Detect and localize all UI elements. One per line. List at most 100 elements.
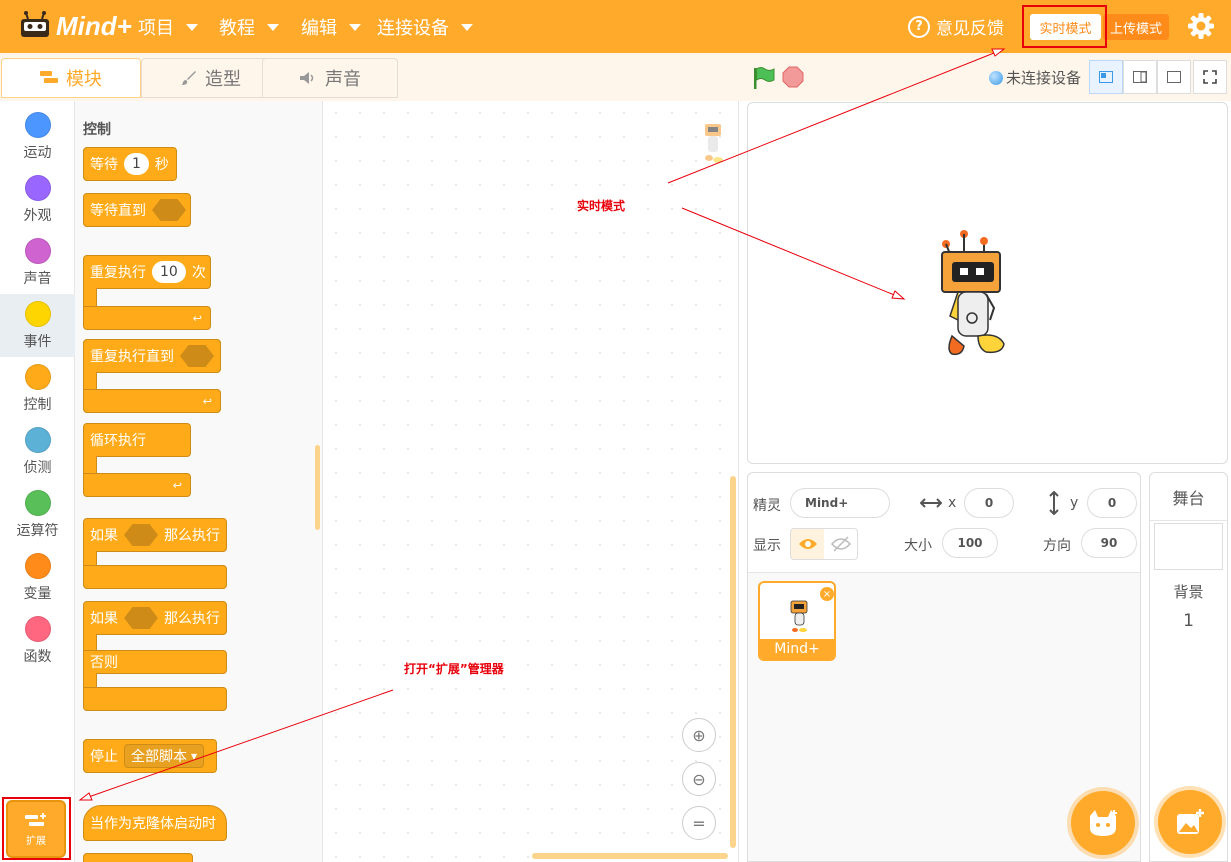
x-input[interactable]: 0 (964, 488, 1014, 518)
chevron-down-icon (349, 23, 361, 31)
menu-project-label: 项目 (138, 18, 174, 39)
cat-add-icon (1090, 810, 1117, 836)
normal-stage-button[interactable] (1123, 60, 1157, 94)
block-if-else[interactable]: 如果 那么执行 (83, 601, 227, 635)
block-wait[interactable]: 等待 1 秒 (83, 147, 177, 181)
c-block-foot: ↩ (83, 306, 211, 330)
stop-option-dropdown[interactable]: 全部脚本 ▼ (124, 744, 205, 768)
category-looks[interactable]: 外观 (0, 168, 75, 231)
eye-slash-icon (830, 536, 851, 552)
delete-sprite-icon[interactable]: × (820, 587, 834, 601)
fullscreen-icon (1203, 70, 1217, 84)
category-functions[interactable]: 函数 (0, 609, 75, 672)
green-flag-icon[interactable] (752, 66, 776, 90)
show-sprite-button[interactable] (791, 529, 824, 559)
block-repeat-until[interactable]: 重复执行直到 (83, 339, 221, 373)
y-label: y (1070, 495, 1079, 511)
category-label: 侦测 (23, 459, 52, 476)
block-text: 循环执行 (90, 433, 146, 449)
condition-slot[interactable] (180, 345, 214, 367)
condition-slot[interactable] (124, 524, 158, 546)
direction-label: 方向 (1043, 538, 1071, 554)
mindplus-logo[interactable]: Mind+ (18, 8, 132, 44)
workspace-horizontal-scrollbar[interactable] (532, 853, 728, 859)
menu-connect-device[interactable]: 连接设备 (377, 14, 473, 40)
block-text: 重复执行直到 (90, 349, 174, 365)
feedback-button[interactable]: ? 意见反馈 (908, 14, 1004, 39)
script-workspace[interactable] (324, 101, 739, 862)
tab-sounds[interactable]: 声音 (262, 58, 398, 98)
tab-sounds-label: 声音 (325, 69, 361, 90)
wait-seconds-input[interactable]: 1 (124, 153, 149, 175)
backdrop-count: 1 (1183, 611, 1194, 631)
category-color-dot (24, 489, 51, 516)
category-operators[interactable]: 运算符 (0, 483, 75, 546)
category-motion[interactable]: 运动 (0, 105, 75, 168)
block-text: 当作为克隆体启动时 (90, 816, 216, 832)
size-input[interactable]: 100 (942, 528, 998, 558)
add-sprite-button[interactable] (1071, 791, 1135, 855)
block-if-then[interactable]: 如果 那么执行 (83, 518, 227, 552)
category-events[interactable]: 事件 (0, 294, 75, 357)
condition-slot[interactable] (124, 607, 158, 629)
large-stage-button[interactable] (1157, 60, 1191, 94)
category-sensing[interactable]: 侦测 (0, 420, 75, 483)
y-input[interactable]: 0 (1087, 488, 1137, 518)
category-sound[interactable]: 声音 (0, 231, 75, 294)
menu-edit-label: 编辑 (301, 18, 337, 39)
menu-connect-label: 连接设备 (377, 18, 449, 39)
category-control[interactable]: 控制 (0, 357, 75, 420)
stage-thumbnail[interactable] (1154, 523, 1223, 570)
category-label: 外观 (23, 207, 52, 224)
menu-edit[interactable]: 编辑 (301, 14, 361, 40)
hide-sprite-button[interactable] (824, 529, 857, 559)
category-label: 运算符 (16, 522, 59, 539)
sprite-pane: 精灵 Mind+ x 0 y 0 显示 大小 100 方向 90 × Mind+ (747, 472, 1141, 862)
zoom-in-button[interactable]: ⊕ (682, 718, 716, 752)
upload-mode-button[interactable]: 上传模式 (1103, 14, 1169, 40)
horizontal-arrow-icon (920, 498, 942, 508)
sprite-name-input[interactable]: Mind+ (790, 488, 890, 518)
c-block-foot (83, 687, 227, 711)
block-when-clone-starts[interactable]: 当作为克隆体启动时 (83, 805, 227, 841)
repeat-count-input[interactable]: 10 (152, 261, 186, 283)
palette-scrollbar[interactable] (315, 445, 320, 530)
chevron-down-icon (461, 23, 473, 31)
category-variables[interactable]: 变量 (0, 546, 75, 609)
fullscreen-button[interactable] (1193, 60, 1227, 94)
extension-highlight-box (2, 797, 71, 860)
mindplus-robot-sprite[interactable] (938, 228, 1008, 360)
zoom-reset-button[interactable]: = (682, 806, 716, 840)
tab-costumes-label: 造型 (205, 69, 241, 90)
menu-tutorial[interactable]: 教程 (219, 14, 279, 40)
category-color-dot (24, 237, 51, 264)
tab-blocks[interactable]: 模块 (1, 58, 141, 98)
speaker-icon (300, 72, 314, 84)
category-menu: 运动 外观 声音 事件 控制 侦测 运算符 变量 函数 (0, 101, 75, 862)
direction-input[interactable]: 90 (1081, 528, 1137, 558)
menu-project[interactable]: 项目 (138, 14, 198, 40)
sprite-thumbnail-card[interactable]: × Mind+ (758, 581, 836, 661)
workspace-vertical-scrollbar[interactable] (730, 476, 736, 848)
zoom-out-button[interactable]: ⊖ (682, 762, 716, 796)
add-backdrop-button[interactable] (1158, 790, 1222, 854)
block-partial[interactable] (83, 853, 193, 862)
question-icon: ? (908, 15, 930, 38)
tab-costumes[interactable]: 造型 (141, 58, 281, 98)
category-label: 事件 (23, 333, 52, 350)
block-stop[interactable]: 停止 全部脚本 ▼ (83, 739, 217, 773)
block-text: 如果 (90, 611, 118, 627)
palette-section-title: 控制 (83, 122, 111, 138)
stop-icon[interactable] (782, 66, 804, 88)
condition-slot[interactable] (152, 199, 186, 221)
block-forever[interactable]: 循环执行 (83, 423, 191, 457)
category-color-dot (24, 615, 51, 642)
small-stage-button[interactable] (1089, 60, 1123, 94)
robot-logo-icon (21, 11, 49, 37)
sprite-thumbnail-icon (790, 600, 808, 632)
gear-icon[interactable] (1186, 11, 1216, 41)
c-block-foot: ↩ (83, 473, 191, 497)
sprite-watermark-icon (705, 124, 723, 163)
block-repeat[interactable]: 重复执行 10 次 (83, 255, 211, 289)
block-wait-until[interactable]: 等待直到 (83, 193, 191, 227)
